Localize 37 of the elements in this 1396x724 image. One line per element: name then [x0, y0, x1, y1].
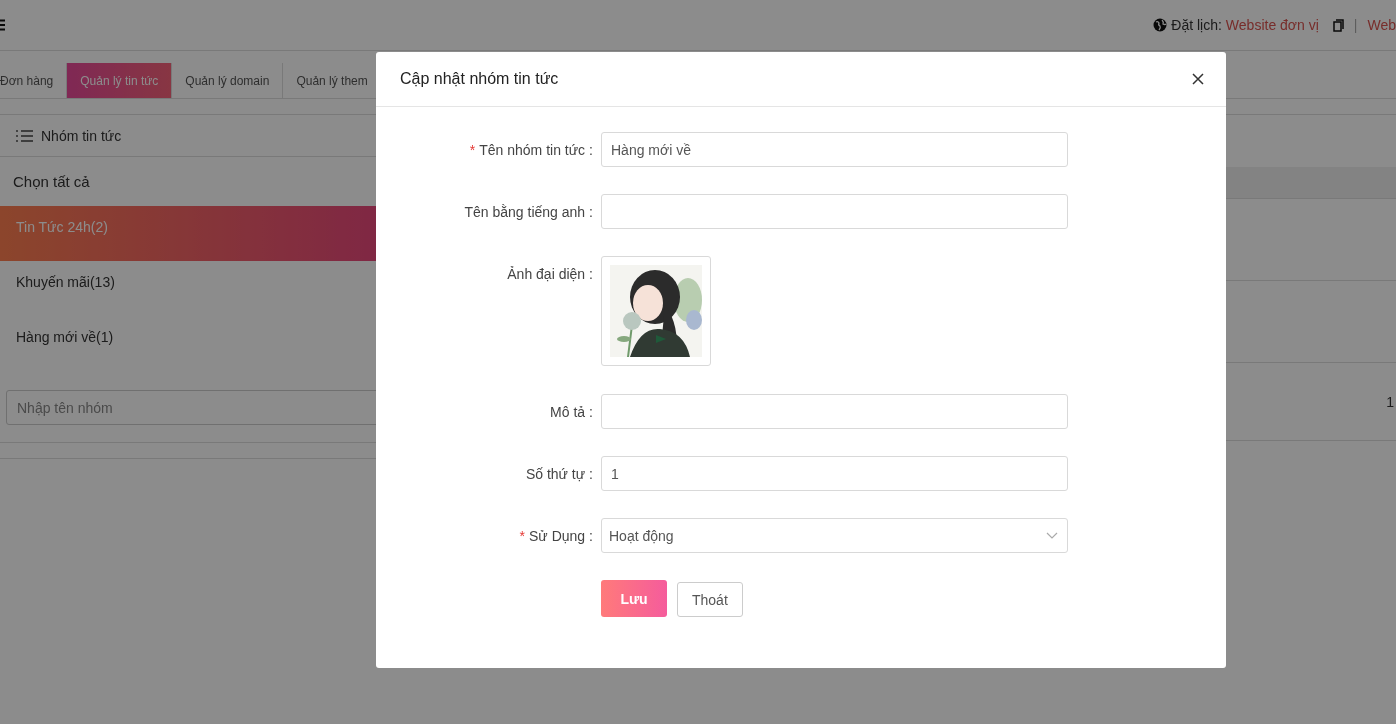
- colon: :: [589, 142, 593, 158]
- colon: :: [589, 528, 593, 544]
- chevron-down-icon: [1046, 531, 1058, 540]
- website-link[interactable]: Web: [1367, 17, 1396, 33]
- image-upload[interactable]: [601, 256, 711, 366]
- field-label: Số thứ tự: [525, 466, 586, 482]
- field-label: Sử Dụng: [529, 528, 586, 544]
- text-field[interactable]: [601, 394, 1068, 429]
- panel-title: Nhóm tin tức: [41, 127, 122, 144]
- colon: :: [589, 466, 593, 482]
- exit-button[interactable]: Thoát: [677, 582, 743, 617]
- separator: |: [1353, 17, 1358, 33]
- modal-title: Cập nhật nhóm tin tức: [400, 70, 559, 88]
- colon: :: [589, 404, 593, 420]
- tab[interactable]: Đơn hàng: [0, 63, 68, 98]
- website-link[interactable]: Website đơn vị: [1225, 17, 1319, 33]
- text-field[interactable]: 1: [601, 456, 1068, 491]
- table-cell: 1: [1386, 393, 1394, 410]
- save-button[interactable]: Lưu: [601, 580, 667, 617]
- schedule-label: Đặt lịch:: [1171, 17, 1222, 33]
- required-mark: *: [469, 142, 476, 158]
- close-icon: [1192, 73, 1204, 85]
- colon: :: [589, 266, 593, 282]
- field-label: Ảnh đại diện: [507, 266, 586, 282]
- text-field[interactable]: [601, 194, 1068, 229]
- colon: :: [589, 204, 593, 220]
- field-label: Tên bằng tiếng anh: [464, 204, 586, 220]
- field-label: Mô tả: [550, 404, 586, 420]
- select-field[interactable]: Hoạt động: [601, 518, 1068, 553]
- copy-icon[interactable]: [1332, 18, 1344, 32]
- required-mark: *: [519, 528, 526, 544]
- close-button[interactable]: [1190, 71, 1206, 87]
- globe-icon: [1153, 18, 1168, 32]
- tab[interactable]: Quản lý tin tức: [67, 63, 173, 98]
- list-icon: [16, 128, 33, 143]
- text-field[interactable]: Hàng mới về: [601, 132, 1068, 167]
- field-label: Tên nhóm tin tức: [479, 142, 586, 158]
